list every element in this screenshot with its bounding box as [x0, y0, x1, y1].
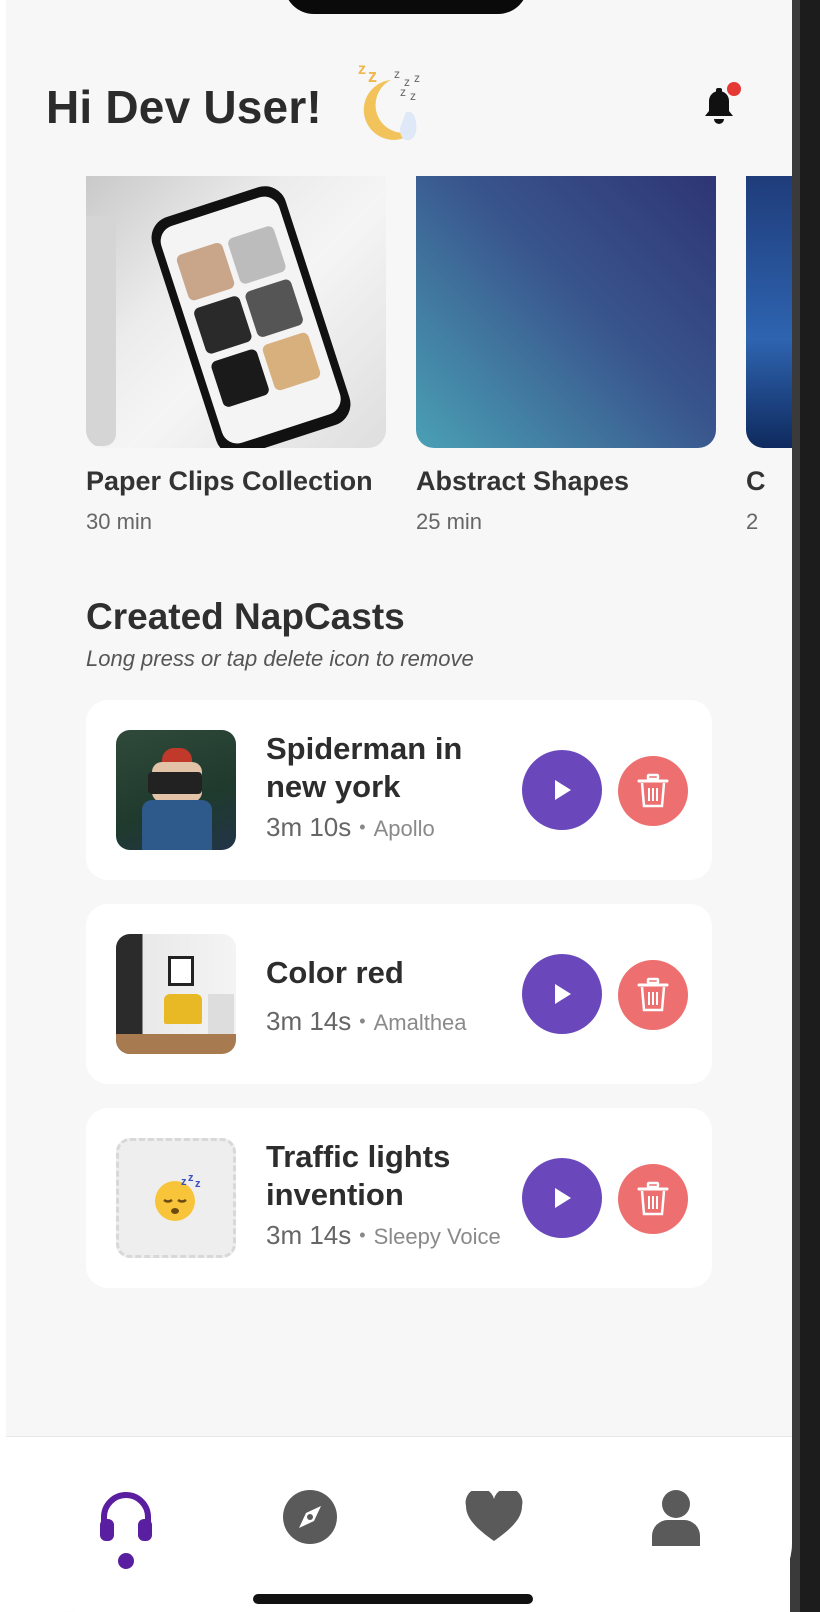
napcast-thumbnail [116, 730, 236, 850]
napcast-card[interactable]: Color red 3m 14s • Amalthea [86, 904, 712, 1084]
napcast-card[interactable]: z z z Traffic lights invention 3m 14s • Sl… [86, 1108, 712, 1288]
nav-headphones[interactable] [94, 1485, 158, 1549]
napcast-list: Spiderman in new york 3m 10s • Apollo Co… [86, 700, 712, 1312]
napcast-meta: 3m 14s • Sleepy Voice [266, 1220, 501, 1250]
headphones-icon [100, 1492, 152, 1541]
nav-explore[interactable] [278, 1485, 342, 1549]
featured-duration: 2 [746, 509, 759, 534]
compass-icon [283, 1490, 337, 1544]
napcast-title: Spiderman in new york [266, 731, 463, 804]
svg-text:z: z [181, 1176, 187, 1188]
section-subtitle: Long press or tap delete icon to remove [86, 646, 474, 671]
profile-icon [652, 1490, 700, 1546]
napcast-voice: Amalthea [373, 1010, 467, 1035]
featured-duration: 25 min [416, 509, 483, 534]
napcast-title: Traffic lights invention [266, 1139, 451, 1212]
featured-card-paper-clips[interactable]: Paper Clips Collection 30 min [86, 176, 386, 535]
trash-icon [637, 977, 669, 1012]
napcast-meta: 3m 14s • Amalthea [266, 1006, 467, 1036]
active-nav-indicator [118, 1553, 134, 1569]
napcast-title: Color red [266, 955, 404, 990]
header: Hi Dev User! z z z z z z z [46, 60, 766, 150]
home-indicator[interactable] [253, 1594, 533, 1604]
device-frame [790, 0, 820, 1612]
napcast-meta: 3m 10s • Apollo [266, 812, 435, 842]
play-button[interactable] [522, 1158, 602, 1238]
play-icon [555, 984, 571, 1004]
featured-title: Paper Clips Collection [86, 466, 373, 496]
svg-text:z: z [394, 67, 400, 81]
featured-thumbnail [416, 176, 716, 448]
napcast-duration: 3m 14s [266, 1220, 352, 1250]
featured-carousel[interactable]: Paper Clips Collection 30 min Abstract S… [86, 176, 792, 546]
napcast-card[interactable]: Spiderman in new york 3m 10s • Apollo [86, 700, 712, 880]
featured-card-partial[interactable]: C 2 [746, 176, 792, 535]
play-button[interactable] [522, 954, 602, 1034]
nav-profile[interactable] [644, 1485, 708, 1549]
svg-text:z: z [414, 71, 420, 85]
featured-duration: 30 min [86, 509, 153, 534]
napcast-voice: Sleepy Voice [373, 1224, 501, 1249]
svg-text:z: z [195, 1178, 201, 1190]
play-button[interactable] [522, 750, 602, 830]
nav-favorites[interactable] [462, 1485, 526, 1549]
napcast-duration: 3m 14s [266, 1006, 352, 1036]
delete-button[interactable] [618, 1164, 688, 1234]
svg-text:z: z [368, 66, 377, 86]
svg-text:z: z [358, 61, 366, 78]
napcast-voice: Apollo [373, 816, 435, 841]
featured-title: Abstract Shapes [416, 466, 630, 496]
svg-text:z: z [188, 1173, 194, 1184]
napcast-thumbnail [116, 934, 236, 1054]
delete-button[interactable] [618, 756, 688, 826]
greeting-title: Hi Dev User! [46, 81, 322, 133]
napcast-thumbnail-placeholder: z z z [116, 1138, 236, 1258]
notification-dot [727, 82, 741, 96]
featured-thumbnail [86, 176, 386, 448]
svg-text:z: z [410, 89, 416, 103]
featured-card-abstract-shapes[interactable]: Abstract Shapes 25 min [416, 176, 716, 535]
section-title: Created NapCasts [86, 596, 405, 637]
sleepy-face-icon: z z z [155, 1173, 201, 1221]
featured-title: C [746, 466, 766, 496]
sleeping-moon-icon: z z z z z z z [358, 61, 420, 141]
play-icon [555, 780, 571, 800]
napcast-duration: 3m 10s [266, 812, 352, 842]
trash-icon [637, 1181, 669, 1216]
bell-icon[interactable] [696, 80, 742, 130]
heart-icon [465, 1491, 523, 1541]
play-icon [555, 1188, 571, 1208]
device-notch [284, 0, 528, 14]
delete-button[interactable] [618, 960, 688, 1030]
trash-icon [637, 773, 669, 808]
bottom-navigation [6, 1436, 792, 1612]
svg-text:z: z [400, 85, 406, 99]
app-screen: Hi Dev User! z z z z z z z Paper Clips C… [6, 0, 792, 1612]
featured-thumbnail [746, 176, 792, 448]
